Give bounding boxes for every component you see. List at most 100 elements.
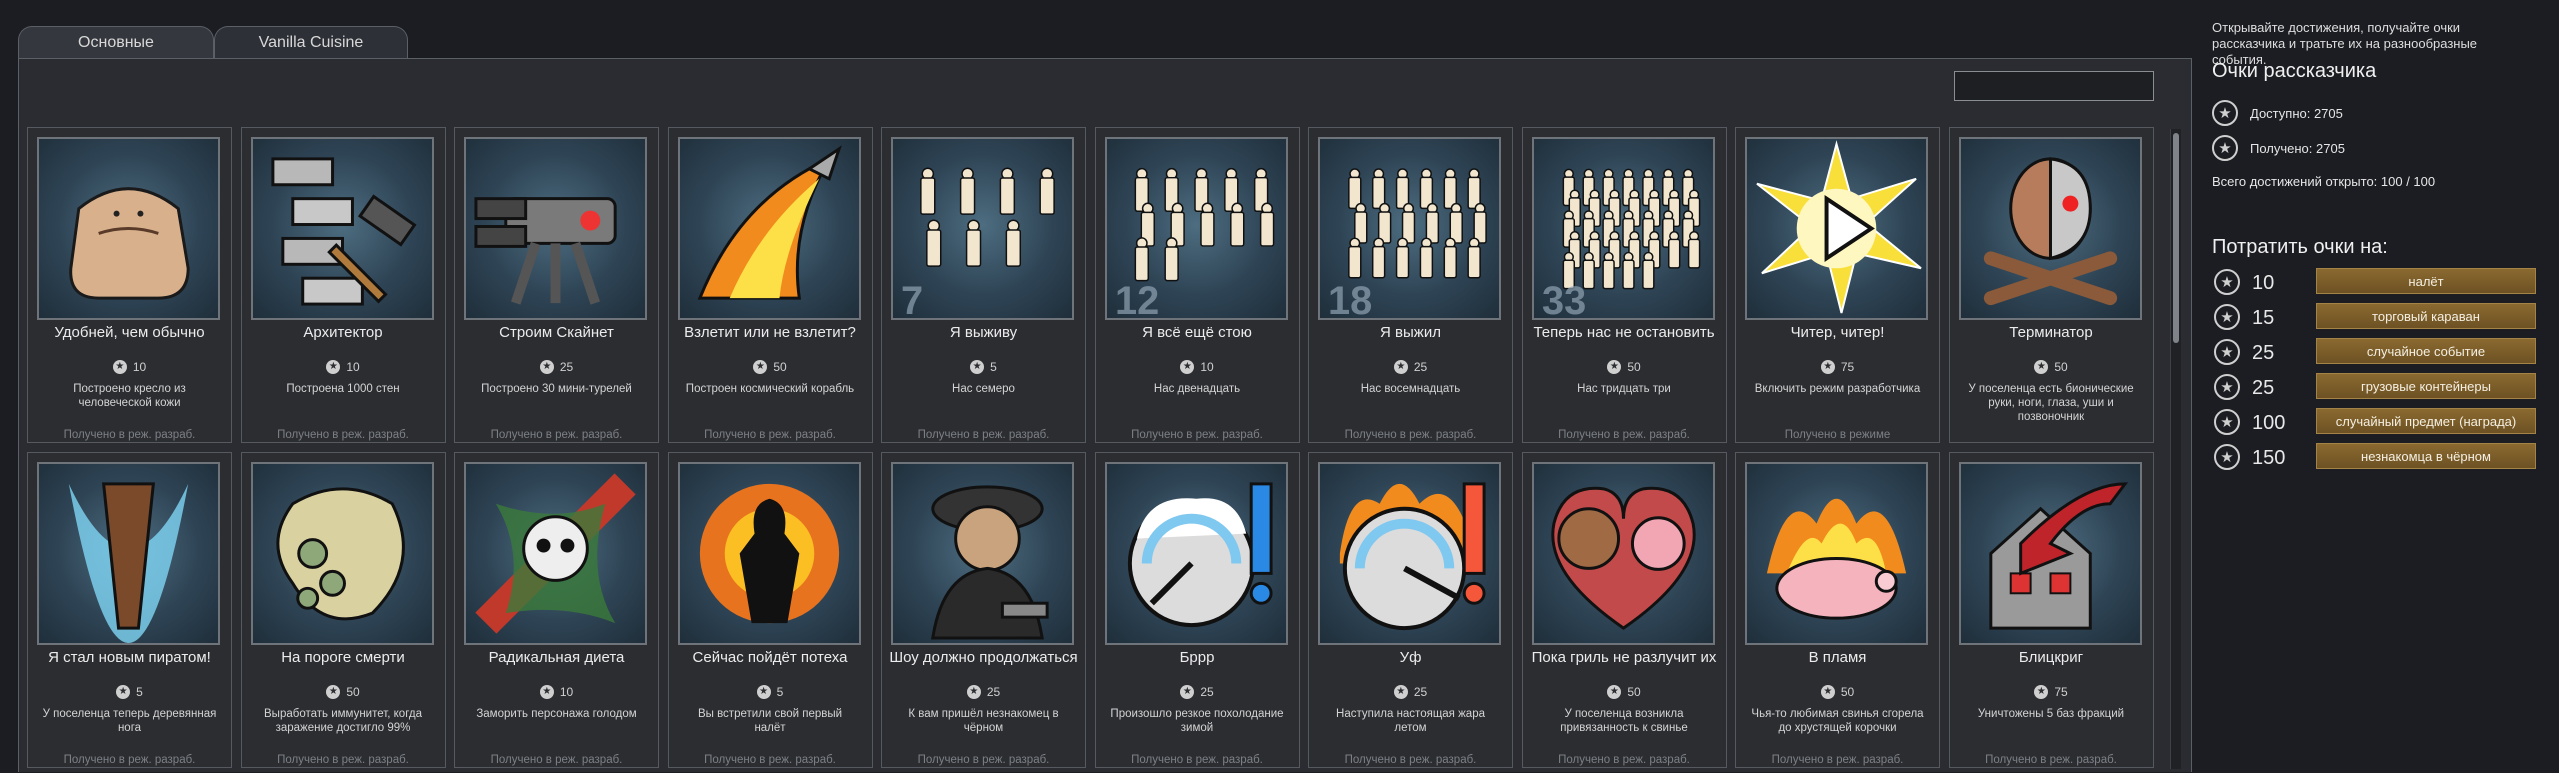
achievement-points: ★ 25 (455, 360, 658, 374)
achievement-points-value: 25 (986, 685, 1001, 699)
achievement-title: Читер, читер! (1790, 324, 1885, 341)
achievement-points-value: 10 (346, 360, 360, 374)
achievement-card[interactable]: Пока гриль не разлучит их ★ 50 У поселен… (1521, 452, 1727, 768)
available-points-label: Доступно: 2705 (2250, 105, 2343, 121)
achievement-card[interactable]: 33 Теперь нас не остановить ★ 50 Нас три… (1521, 127, 1727, 443)
scrollbar[interactable] (2170, 129, 2181, 769)
wall-hammer-icon (250, 137, 434, 320)
tab-vanilla-cuisine[interactable]: Vanilla Cuisine (214, 26, 408, 59)
achievement-title: Строим Скайнет (499, 324, 614, 341)
achievement-title: Я выживу (949, 324, 1018, 341)
available-points: ★ Доступно: 2705 (2212, 100, 2343, 126)
spend-cost: 10 (2252, 272, 2275, 294)
achievement-card[interactable]: Шоу должно продолжаться ★ 25 К вам пришё… (881, 452, 1086, 768)
achievement-points-value: 25 (1413, 685, 1428, 699)
achievement-points-value: 5 (990, 360, 997, 374)
earned-points-label: Получено: 2705 (2250, 140, 2345, 156)
spend-button[interactable]: торговый караван (2316, 303, 2536, 329)
achievement-points: ★ 50 (1523, 360, 1726, 374)
achievement-status: Получено в реж. разраб. (1771, 754, 1904, 766)
achievement-points: ★ 75 (1950, 685, 2153, 699)
achievement-card[interactable]: Читер, читер! ★ 75 Включить режим разраб… (1735, 127, 1940, 443)
star-icon: ★ (539, 685, 554, 699)
star-icon: ★ (2214, 444, 2240, 470)
achievement-card[interactable]: В пламя ★ 50 Чья-то любимая свинья сгоре… (1735, 452, 1940, 768)
star-icon: ★ (2214, 269, 2240, 295)
achievement-status: Получено в реж. разраб. (1131, 429, 1263, 441)
achievements-panel: Удобней, чем обычно ★ 10 Построено кресл… (18, 58, 2192, 772)
achievement-title: На пороге смерти (281, 649, 405, 666)
achievement-status: Получено в реж. разраб. (917, 754, 1050, 766)
achievement-description: Построен космический корабль (685, 383, 855, 395)
achievement-description: Произошло резкое похолодание зимой (1110, 708, 1284, 734)
achievement-status: Получено в реж. разраб. (704, 429, 836, 441)
star-icon: ★ (1180, 685, 1195, 699)
spend-button[interactable]: случайное событие (2316, 338, 2536, 364)
svg-text:33: 33 (1541, 279, 1585, 318)
achievement-card[interactable]: Уф ★ 25 Наступила настоящая жара летом П… (1308, 452, 1513, 768)
achievement-title: Архитектор (303, 324, 383, 341)
achievement-card[interactable]: Радикальная диета ★ 10 Заморить персонаж… (454, 452, 659, 768)
search-input[interactable] (1954, 71, 2154, 101)
spend-option: ★ 150 незнакомца в чёрном (2212, 443, 2558, 471)
achievement-card[interactable]: Строим Скайнет ★ 25 Построено 30 мини-ту… (454, 127, 659, 443)
achievement-card[interactable]: 18 Я выжил ★ 25 Нас восемнадцать Получен… (1308, 127, 1513, 443)
star-icon: ★ (539, 360, 554, 374)
spend-button[interactable]: налёт (2316, 268, 2536, 294)
achievement-card[interactable]: 7 Я выживу ★ 5 Нас семеро Получено в реж… (881, 127, 1086, 443)
achievement-title: Пока гриль не разлучит их (1531, 649, 1717, 666)
scrollbar-thumb[interactable] (2173, 133, 2179, 343)
achievement-description: Нас семеро (952, 383, 1015, 395)
achievement-card[interactable]: Архитектор ★ 10 Построена 1000 стен Полу… (240, 127, 446, 443)
achievement-points: ★ 25 (882, 685, 1085, 699)
achievement-points-value: 5 (136, 685, 143, 699)
star-icon: ★ (2214, 374, 2240, 400)
achievement-points-value: 50 (1627, 360, 1641, 374)
achievement-points: ★ 50 (1523, 685, 1726, 699)
star-icon: ★ (116, 685, 131, 699)
achievement-points: ★ 5 (669, 685, 872, 699)
svg-text:7: 7 (901, 279, 923, 318)
achievement-points-value: 50 (773, 360, 787, 374)
achievement-card[interactable]: Я стал новым пиратом! ★ 5 У поселенца те… (27, 452, 232, 768)
svg-text:12: 12 (1114, 279, 1158, 318)
achievement-card[interactable]: Удобней, чем обычно ★ 10 Построено кресл… (27, 127, 232, 443)
achievement-description: У поселенца теперь деревянная нога (42, 708, 217, 734)
achievement-title: Терминатор (2009, 324, 2093, 341)
achievement-card[interactable]: На пороге смерти ★ 50 Выработать иммунит… (240, 452, 446, 768)
achievement-title: Я выжил (1380, 324, 1441, 341)
svg-text:18: 18 (1328, 279, 1372, 318)
spend-button[interactable]: незнакомца в чёрном (2316, 443, 2536, 469)
star-icon: ★ (756, 685, 771, 699)
star-icon: ★ (1820, 685, 1835, 699)
spend-button[interactable]: грузовые контейнеры (2316, 373, 2536, 399)
spend-cost: 15 (2252, 307, 2275, 329)
star-icon: ★ (326, 685, 341, 699)
achievement-card[interactable]: Взлетит или не взлетит? ★ 50 Построен ко… (667, 127, 873, 443)
star-icon: ★ (1607, 685, 1622, 699)
achievement-points-value: 10 (559, 685, 574, 699)
achievement-status: Получено в реж. разраб. (1131, 754, 1263, 766)
achievement-card[interactable]: Бррр ★ 25 Произошло резкое похолодание з… (1094, 452, 1300, 768)
tab-main[interactable]: Основные (18, 26, 214, 59)
achievement-points: ★ 25 (1096, 685, 1299, 699)
achievement-points-value: 10 (132, 360, 147, 374)
star-icon: ★ (2034, 685, 2049, 699)
star-icon: ★ (966, 685, 981, 699)
achievement-points: ★ 10 (1096, 360, 1299, 374)
achievement-card[interactable]: Терминатор ★ 50 У поселенца есть биониче… (1948, 127, 2154, 443)
cold-gauge-icon (1104, 462, 1288, 645)
star-icon: ★ (753, 360, 768, 374)
achievement-description: Нас восемнадцать (1360, 383, 1461, 395)
achievement-status: Получено в реж. разраб. (277, 429, 409, 441)
achievement-points-value: 50 (1627, 685, 1641, 699)
achievement-title: Я стал новым пиратом! (48, 649, 211, 666)
achievement-points-value: 25 (1413, 360, 1428, 374)
achievement-title: Теперь нас не остановить (1533, 324, 1715, 341)
heat-gauge-icon (1318, 462, 1501, 645)
achievement-card[interactable]: 12 Я всё ещё стою ★ 10 Нас двенадцать По… (1094, 127, 1300, 443)
spend-cost: 100 (2252, 412, 2286, 434)
achievement-card[interactable]: Блицкриг ★ 75 Уничтожены 5 баз фракций П… (1948, 452, 2154, 768)
spend-button[interactable]: случайный предмет (награда) (2316, 408, 2536, 434)
achievement-card[interactable]: Сейчас пойдёт потеха ★ 5 Вы встретили св… (667, 452, 873, 768)
